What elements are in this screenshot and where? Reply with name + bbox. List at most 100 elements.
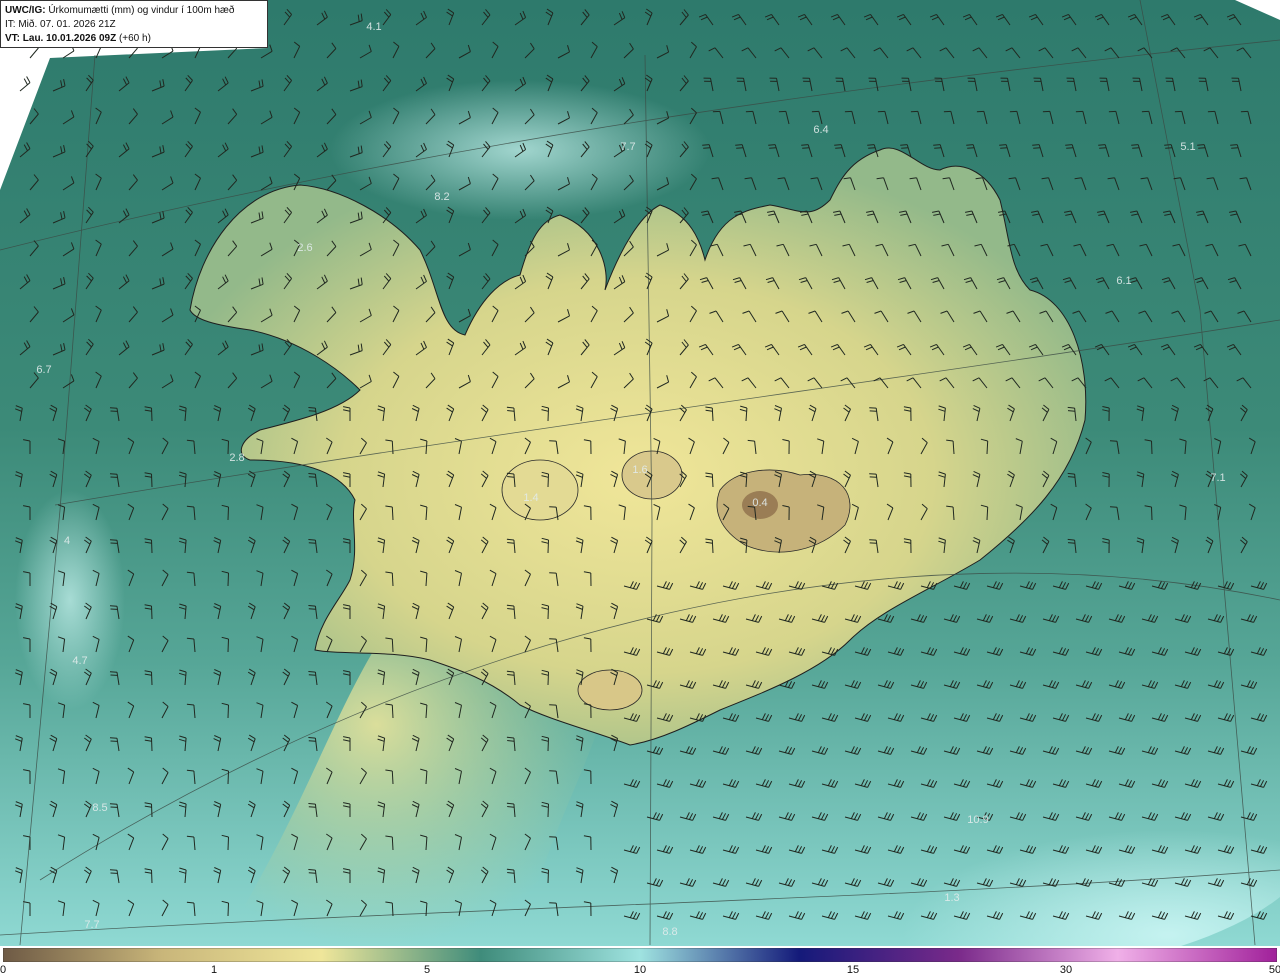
wind-barb-feather	[802, 147, 810, 149]
wind-barb-feather	[308, 476, 316, 478]
wind-barb	[547, 539, 549, 554]
wind-barb-feather	[308, 410, 316, 412]
value-label: 4	[63, 535, 71, 547]
wind-barb-feather	[747, 439, 755, 442]
wind-barb	[986, 440, 989, 455]
wind-barb-feather	[308, 608, 316, 610]
value-label: 0.4	[752, 497, 768, 509]
wind-barb-feather	[1067, 538, 1075, 541]
wind-barb-feather	[1131, 144, 1139, 146]
wind-barb-feather	[1066, 147, 1074, 149]
value-label: 7.7	[620, 141, 636, 153]
wind-barb	[391, 440, 394, 455]
wind-barb	[227, 770, 229, 785]
wind-barb-feather	[1067, 406, 1075, 409]
wind-barb-feather	[1165, 147, 1173, 149]
value-label: 5.1	[1180, 141, 1196, 153]
wind-barb-feather	[868, 147, 876, 149]
wind-barb-feather	[1164, 144, 1172, 146]
sea-glow-north	[330, 80, 710, 220]
wind-barb-feather	[308, 737, 316, 739]
wind-barb-feather	[308, 740, 316, 742]
wind-barb-feather	[1067, 472, 1075, 475]
wind-barb-feather	[1067, 542, 1076, 544]
wind-barb-feather	[308, 872, 316, 874]
wind-barb	[986, 506, 989, 521]
wind-barb-feather	[967, 147, 975, 149]
wind-barb	[151, 605, 153, 620]
wind-barb	[391, 506, 394, 521]
wind-barb-feather	[1065, 144, 1073, 146]
colorbar	[3, 948, 1277, 962]
value-label: 4.1	[366, 21, 382, 33]
wind-barb-feather	[1067, 410, 1076, 412]
wind-barb	[151, 803, 153, 818]
wind-barb-feather	[308, 473, 316, 475]
wind-barb-feather	[999, 144, 1007, 146]
colorbar-tick-label: 5	[423, 964, 431, 976]
wind-barb	[1151, 440, 1153, 455]
wind-barb	[151, 737, 153, 752]
wind-barb-feather	[801, 144, 809, 146]
colorbar-tick-label: 0	[0, 964, 7, 976]
wind-barb-feather	[900, 144, 908, 146]
wind-barb	[151, 539, 153, 554]
wind-barb-feather	[1099, 147, 1107, 149]
wind-barb	[547, 407, 549, 422]
wind-barb-feather	[768, 144, 776, 146]
wind-barb	[151, 473, 153, 488]
wind-barb	[391, 638, 394, 653]
wind-barb	[547, 671, 549, 686]
colorbar-tick-label: 1	[210, 964, 218, 976]
wind-barb-feather	[933, 144, 941, 146]
wind-barb	[1151, 506, 1153, 521]
colorbar-tick-label: 15	[846, 964, 860, 976]
wind-barb-feather	[1032, 144, 1040, 146]
colorbar-tick-label: 50	[1268, 964, 1280, 976]
value-label: 8.5	[92, 802, 108, 814]
wind-barb	[391, 704, 394, 719]
wind-barb	[391, 836, 394, 851]
wind-barb	[151, 671, 153, 686]
wind-barb-feather	[1198, 147, 1206, 149]
valid-time: VT: Lau. 10.01.2026 09Z	[5, 33, 117, 44]
wind-barb-feather	[966, 144, 974, 146]
value-label: 4.7	[72, 655, 88, 667]
wind-barb-feather	[1033, 147, 1041, 149]
wind-barb-feather	[308, 674, 316, 676]
wind-barb-feather	[901, 147, 909, 149]
value-label: 1.4	[523, 492, 539, 504]
wind-barb	[227, 902, 229, 917]
value-label: 7.7	[84, 919, 100, 931]
wind-barb-feather	[835, 147, 843, 149]
value-label: 10.9	[967, 814, 989, 826]
wind-barb-feather	[308, 539, 316, 541]
wind-barb	[62, 50, 75, 59]
wind-barb-feather	[867, 144, 875, 146]
wind-barb-feather	[1230, 144, 1238, 146]
glacier-langjokull	[501, 459, 579, 521]
wind-barb	[227, 572, 229, 587]
wind-barb-feather	[1067, 476, 1076, 478]
model-name: UWC/IG:	[5, 5, 46, 16]
wind-barb	[547, 605, 549, 620]
wind-barb-feather	[308, 671, 316, 673]
wind-barb-feather	[23, 78, 28, 85]
wind-barb-feather	[702, 144, 710, 146]
wind-barb	[391, 902, 394, 917]
wind-barb	[547, 869, 549, 884]
value-label: 8.2	[434, 191, 450, 203]
forecast-lead: (+60 h)	[118, 33, 151, 44]
wind-barb-feather	[934, 147, 942, 149]
value-label: 2.8	[229, 452, 245, 464]
wind-barb-feather	[769, 147, 777, 149]
wind-barb	[547, 473, 549, 488]
wind-barb	[391, 572, 394, 587]
wind-barb	[151, 407, 153, 422]
wind-barb	[391, 770, 394, 785]
wind-barb-feather	[736, 147, 744, 149]
wind-barb	[547, 803, 549, 818]
wind-barb-feather	[834, 144, 842, 146]
value-label: 1.3	[944, 892, 960, 904]
wind-barb-feather	[308, 803, 316, 805]
